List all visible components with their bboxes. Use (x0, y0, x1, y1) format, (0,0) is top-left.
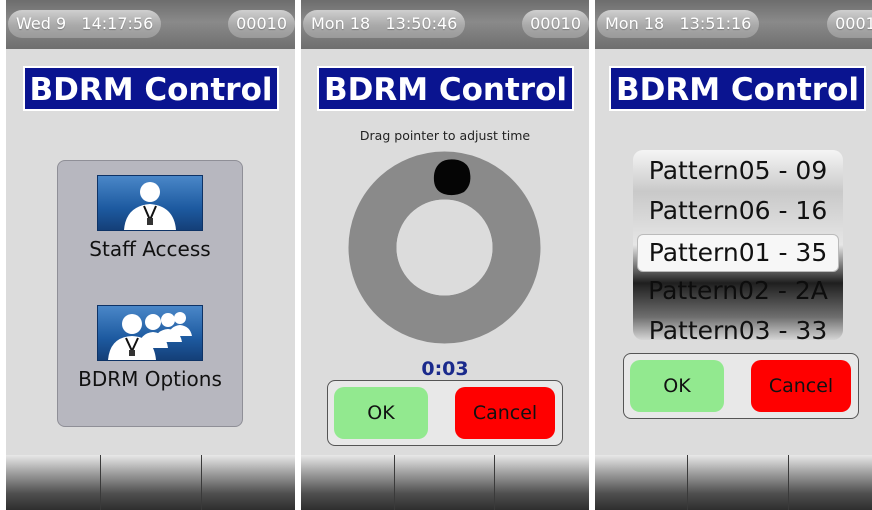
staff-access-label: Staff Access (89, 237, 211, 261)
status-bar: Mon 18 13:50:46 00010 (301, 0, 589, 49)
pattern-picker[interactable]: Pattern05 - 09 Pattern06 - 16 Pattern01 … (633, 150, 843, 340)
time-label: 13:50:46 (385, 14, 458, 33)
softkey-bar (301, 455, 589, 510)
status-bar: Wed 9 14:17:56 00010 (6, 0, 295, 49)
softkey-1[interactable] (6, 455, 101, 510)
cancel-button[interactable]: Cancel (751, 360, 851, 412)
pattern-option[interactable]: Pattern05 - 09 (633, 156, 843, 185)
screen-pattern-select: Mon 18 13:51:16 00010 BDRM Control Patte… (595, 0, 872, 510)
status-bar: Mon 18 13:51:16 00010 (595, 0, 872, 49)
pattern-option-selected[interactable]: Pattern01 - 35 (637, 234, 839, 272)
softkey-1[interactable] (595, 455, 688, 510)
dial-pointer[interactable] (433, 159, 471, 196)
ok-button[interactable]: OK (334, 387, 428, 439)
date-label: Wed 9 (16, 14, 67, 33)
softkey-2[interactable] (101, 455, 202, 510)
softkey-3[interactable] (202, 455, 295, 510)
softkey-bar (595, 455, 872, 510)
timer-value: 0:03 (421, 358, 469, 380)
ok-button[interactable]: OK (630, 360, 724, 412)
time-label: 14:17:56 (81, 14, 154, 33)
date-time-pill: Mon 18 13:50:46 (303, 10, 466, 38)
main-menu: Staff Access BDRM Options (57, 160, 243, 427)
date-label: Mon 18 (311, 14, 371, 33)
date-time-pill: Mon 18 13:51:16 (597, 10, 760, 38)
dialog-buttons: OK Cancel (623, 353, 859, 419)
dial-center (396, 199, 493, 296)
time-dial[interactable] (348, 151, 541, 344)
app-title: BDRM Control (23, 66, 279, 111)
dialog-buttons: OK Cancel (327, 380, 563, 446)
app-title: BDRM Control (317, 66, 574, 111)
screen-time-adjust: Mon 18 13:50:46 00010 BDRM Control Drag … (301, 0, 589, 510)
instruction-text: Drag pointer to adjust time (359, 128, 531, 143)
counter-pill: 00010 (827, 10, 872, 38)
pattern-option[interactable]: Pattern02 - 2A (633, 276, 843, 305)
screen-home: Wed 9 14:17:56 00010 BDRM Control Staff … (6, 0, 295, 510)
pattern-option[interactable]: Pattern03 - 33 (633, 316, 843, 340)
time-label: 13:51:16 (679, 14, 752, 33)
person-icon (97, 175, 203, 231)
counter-pill: 00010 (228, 10, 295, 38)
date-label: Mon 18 (605, 14, 665, 33)
bdrm-options-button[interactable]: BDRM Options (58, 305, 242, 391)
softkey-2[interactable] (395, 455, 495, 510)
people-group-icon (97, 305, 203, 361)
counter-pill: 00010 (522, 10, 589, 38)
softkey-3[interactable] (789, 455, 872, 510)
staff-access-button[interactable]: Staff Access (58, 175, 242, 261)
softkey-1[interactable] (301, 455, 395, 510)
softkey-2[interactable] (688, 455, 789, 510)
softkey-3[interactable] (495, 455, 589, 510)
softkey-bar (6, 455, 295, 510)
cancel-button[interactable]: Cancel (455, 387, 555, 439)
app-title: BDRM Control (609, 66, 866, 111)
date-time-pill: Wed 9 14:17:56 (8, 10, 162, 38)
bdrm-options-label: BDRM Options (78, 367, 222, 391)
pattern-option[interactable]: Pattern06 - 16 (633, 196, 843, 225)
